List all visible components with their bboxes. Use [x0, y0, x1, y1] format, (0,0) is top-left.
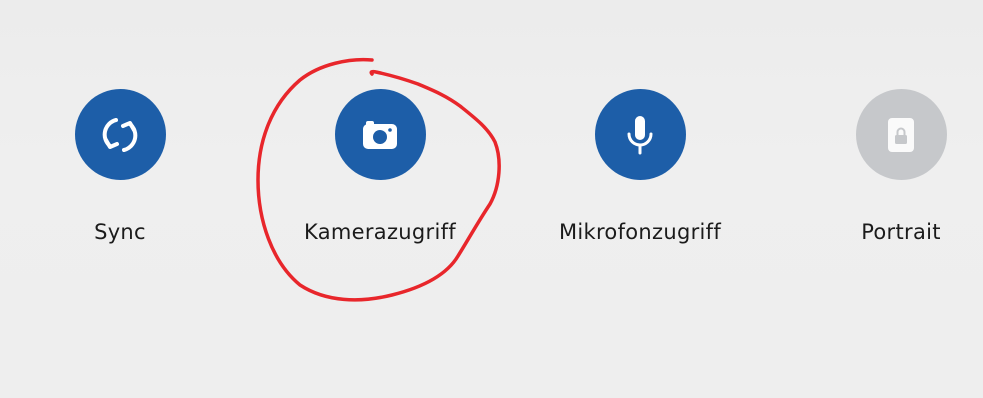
microphone-access-tile[interactable]: Mikrofonzugriff [550, 89, 730, 259]
sync-label: Sync [94, 220, 146, 244]
camera-icon [363, 120, 397, 149]
microphone-icon [627, 115, 653, 154]
sync-toggle[interactable] [74, 89, 166, 180]
quick-settings-panel: Sync Kamerazugriff Mikrofonzugriff Portr… [0, 0, 983, 398]
microphone-access-toggle[interactable] [594, 89, 686, 180]
portrait-tile[interactable]: Portrait [811, 89, 983, 259]
camera-access-tile[interactable]: Kamerazugriff [290, 89, 470, 259]
camera-access-toggle[interactable] [334, 89, 426, 180]
sync-icon [102, 117, 138, 152]
sync-tile[interactable]: Sync [30, 89, 210, 259]
portrait-toggle[interactable] [855, 89, 947, 180]
microphone-access-label: Mikrofonzugriff [558, 220, 722, 244]
rotation-lock-icon [888, 117, 914, 152]
portrait-label: Portrait [861, 220, 941, 244]
camera-access-label: Kamerazugriff [304, 220, 456, 244]
